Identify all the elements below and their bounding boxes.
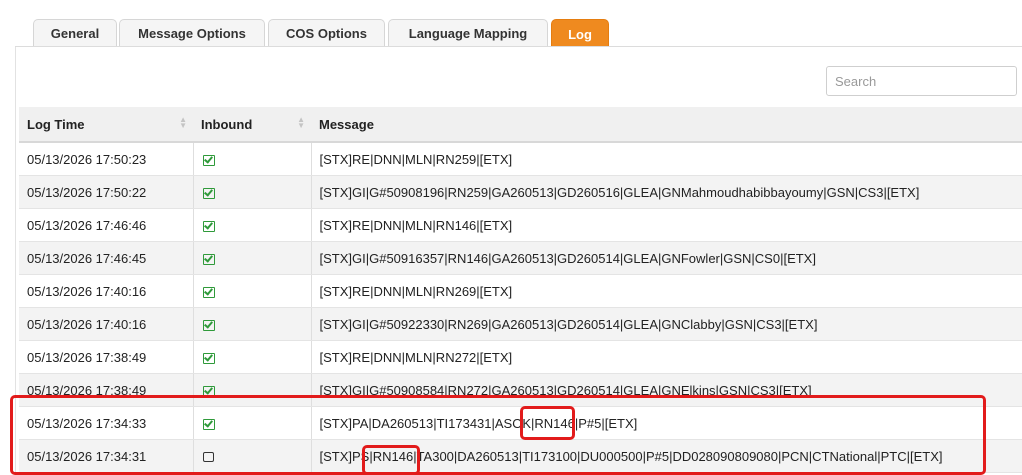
inbound-cell	[193, 142, 312, 176]
unchecked-box-icon	[202, 452, 214, 463]
message-cell: [STX]RE|DNN|MLN|RN272|[ETX]	[311, 340, 1022, 374]
checked-box-icon	[202, 385, 215, 397]
search-input[interactable]	[826, 66, 1017, 96]
message-cell: [STX]RE|DNN|MLN|RN259|[ETX]	[311, 142, 1022, 176]
checked-box-icon	[202, 154, 215, 166]
message-cell: [STX]PS|RN146|TA300|DA260513|TI173100|DU…	[311, 439, 1022, 473]
tab-message-options[interactable]: Message Options	[119, 19, 265, 47]
tab-general[interactable]: General	[33, 19, 117, 47]
message-cell: [STX]PA|DA260513|TI173431|ASOK|RN146|P#5…	[311, 406, 1022, 440]
header-message: Message	[311, 107, 1022, 143]
header-log-time[interactable]: Log Time ▲ ▼	[19, 107, 193, 143]
tab-bar: General Message Options COS Options Lang…	[0, 0, 1022, 48]
log-time-cell: 05/13/2026 17:34:33	[19, 406, 194, 440]
inbound-cell	[193, 274, 312, 308]
header-inbound[interactable]: Inbound ▲ ▼	[193, 107, 311, 143]
header-log-time-label: Log Time	[27, 116, 85, 132]
inbound-cell	[193, 241, 312, 275]
log-time-cell: 05/13/2026 17:46:46	[19, 208, 194, 242]
log-time-cell: 05/13/2026 17:40:16	[19, 307, 194, 341]
table-row[interactable]: 05/13/2026 17:38:49 [STX]GI|G#50908584|RN…	[19, 373, 1022, 407]
header-inbound-label: Inbound	[201, 116, 253, 132]
sort-icon[interactable]: ▲ ▼	[297, 116, 305, 130]
tab-cos-options[interactable]: COS Options	[268, 19, 385, 47]
checked-box-icon	[202, 253, 215, 265]
log-time-cell: 05/13/2026 17:34:31	[19, 439, 194, 473]
table-row[interactable]: 05/13/2026 17:34:33 [STX]PA|DA260513|TI17…	[19, 406, 1022, 440]
table-row[interactable]: 05/13/2026 17:50:23 [STX]RE|DNN|MLN|RN259…	[19, 142, 1022, 176]
message-cell: [STX]GI|G#50908196|RN259|GA260513|GD2605…	[311, 175, 1022, 209]
inbound-cell	[193, 307, 312, 341]
message-cell: [STX]RE|DNN|MLN|RN269|[ETX]	[311, 274, 1022, 308]
table-row[interactable]: 05/13/2026 17:46:45 [STX]GI|G#50916357|RN…	[19, 241, 1022, 275]
log-time-cell: 05/13/2026 17:38:49	[19, 340, 194, 374]
table-row[interactable]: 05/13/2026 17:38:49 [STX]RE|DNN|MLN|RN272…	[19, 340, 1022, 374]
header-message-label: Message	[319, 116, 374, 132]
checked-box-icon	[202, 319, 215, 331]
message-cell: [STX]GI|G#50916357|RN146|GA260513|GD2605…	[311, 241, 1022, 275]
log-time-cell: 05/13/2026 17:50:22	[19, 175, 194, 209]
message-cell: [STX]GI|G#50922330|RN269|GA260513|GD2605…	[311, 307, 1022, 341]
inbound-cell	[193, 340, 312, 374]
inbound-cell	[193, 175, 312, 209]
log-time-cell: 05/13/2026 17:40:16	[19, 274, 194, 308]
tab-language-mapping[interactable]: Language Mapping	[388, 19, 548, 47]
checked-box-icon	[202, 220, 215, 232]
table-row[interactable]: 05/13/2026 17:34:31 [STX]PS|RN146|TA300|D…	[19, 439, 1022, 473]
checked-box-icon	[202, 286, 215, 298]
table-row[interactable]: 05/13/2026 17:40:16 [STX]RE|DNN|MLN|RN269…	[19, 274, 1022, 308]
checked-box-icon	[202, 418, 215, 430]
table-header-row: Log Time ▲ ▼ Inbound ▲ ▼ Message	[19, 107, 1022, 143]
inbound-cell	[193, 439, 312, 473]
log-time-cell: 05/13/2026 17:46:45	[19, 241, 194, 275]
log-time-cell: 05/13/2026 17:38:49	[19, 373, 194, 407]
log-table: Log Time ▲ ▼ Inbound ▲ ▼ Message 05/13/2026 …	[19, 107, 1022, 473]
tab-log[interactable]: Log	[551, 19, 609, 48]
table-row[interactable]: 05/13/2026 17:46:46 [STX]RE|DNN|MLN|RN146…	[19, 208, 1022, 242]
log-time-cell: 05/13/2026 17:50:23	[19, 142, 194, 176]
table-row[interactable]: 05/13/2026 17:40:16 [STX]GI|G#50922330|RN…	[19, 307, 1022, 341]
table-row[interactable]: 05/13/2026 17:50:22 [STX]GI|G#50908196|RN…	[19, 175, 1022, 209]
inbound-cell	[193, 406, 312, 440]
message-cell: [STX]RE|DNN|MLN|RN146|[ETX]	[311, 208, 1022, 242]
checked-box-icon	[202, 352, 215, 364]
log-table-body: 05/13/2026 17:50:23 [STX]RE|DNN|MLN|RN259…	[19, 142, 1022, 473]
inbound-cell	[193, 373, 312, 407]
checked-box-icon	[202, 187, 215, 199]
sort-icon[interactable]: ▲ ▼	[179, 116, 187, 130]
message-cell: [STX]GI|G#50908584|RN272|GA260513|GD2605…	[311, 373, 1022, 407]
inbound-cell	[193, 208, 312, 242]
